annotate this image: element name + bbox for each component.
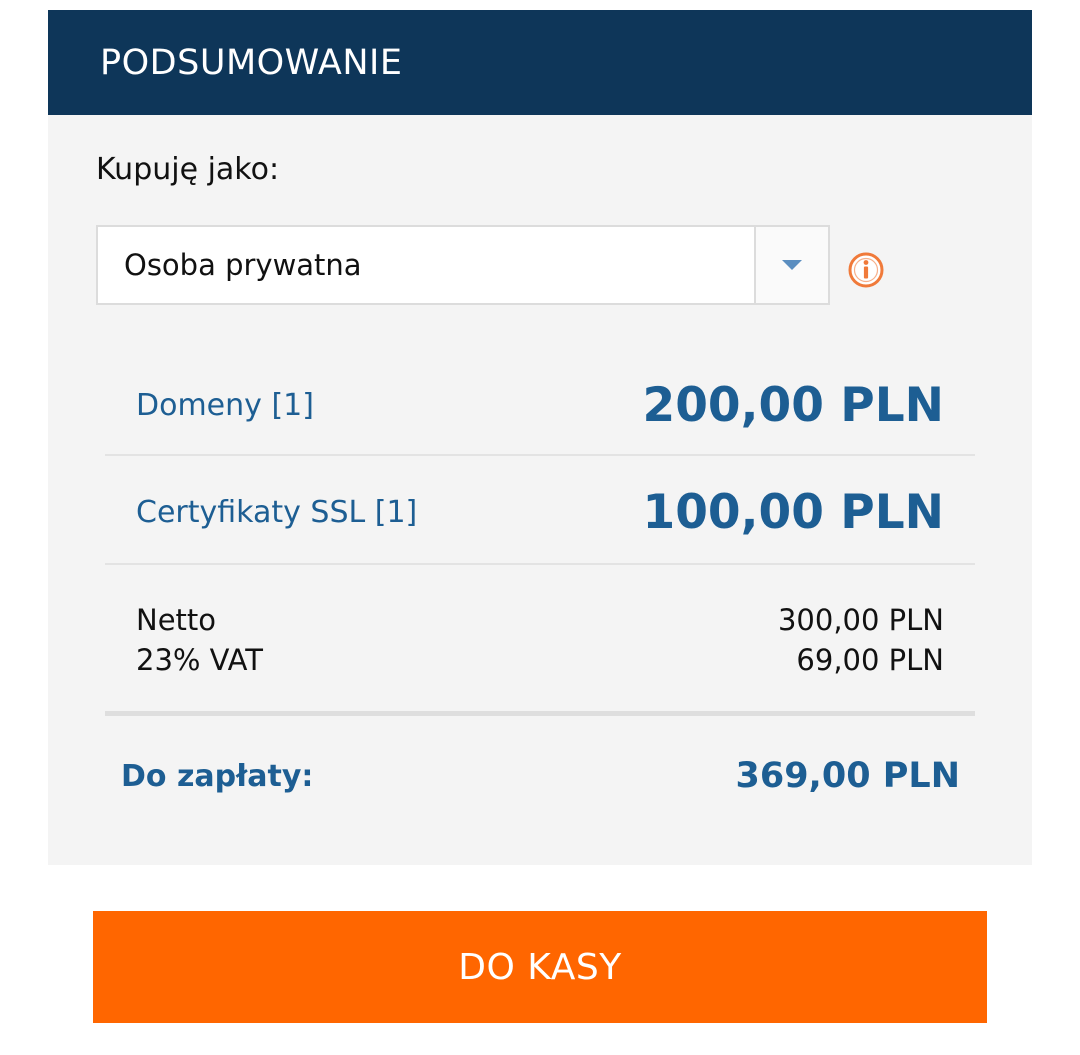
checkout-button-label: DO KASY [458, 946, 622, 988]
buy-as-label: Kupuję jako: [96, 152, 280, 187]
vat-row: 23% VAT 69,00 PLN [136, 643, 944, 677]
info-icon[interactable] [847, 251, 885, 289]
line-item-label[interactable]: Certyfikaty SSL [1] [136, 495, 417, 530]
line-item-price: 200,00 PLN [642, 377, 944, 433]
amount-due-value: 369,00 PLN [735, 756, 961, 796]
divider [105, 454, 975, 456]
order-summary-panel: PODSUMOWANIE Kupuję jako: Osoba prywatna… [48, 10, 1032, 865]
amount-due-label: Do zapłaty: [121, 758, 314, 794]
summary-header: PODSUMOWANIE [48, 10, 1032, 115]
net-row: Netto 300,00 PLN [136, 603, 944, 637]
line-item-ssl: Certyfikaty SSL [1] 100,00 PLN [136, 479, 944, 545]
divider [105, 563, 975, 565]
net-value: 300,00 PLN [777, 603, 944, 637]
line-item-label[interactable]: Domeny [1] [136, 388, 314, 423]
checkout-button[interactable]: DO KASY [93, 911, 987, 1023]
buyer-type-select[interactable]: Osoba prywatna [96, 225, 830, 305]
net-label: Netto [136, 603, 217, 637]
buyer-type-value: Osoba prywatna [124, 248, 362, 282]
select-arrow-button[interactable] [754, 227, 828, 303]
line-item-domains: Domeny [1] 200,00 PLN [136, 372, 944, 438]
chevron-down-icon [782, 260, 802, 270]
summary-title: PODSUMOWANIE [100, 42, 403, 83]
line-item-price: 100,00 PLN [642, 484, 944, 540]
total-divider [105, 711, 975, 716]
vat-label: 23% VAT [136, 643, 263, 677]
vat-value: 69,00 PLN [796, 643, 944, 677]
amount-due-row: Do zapłaty: 369,00 PLN [121, 756, 960, 796]
